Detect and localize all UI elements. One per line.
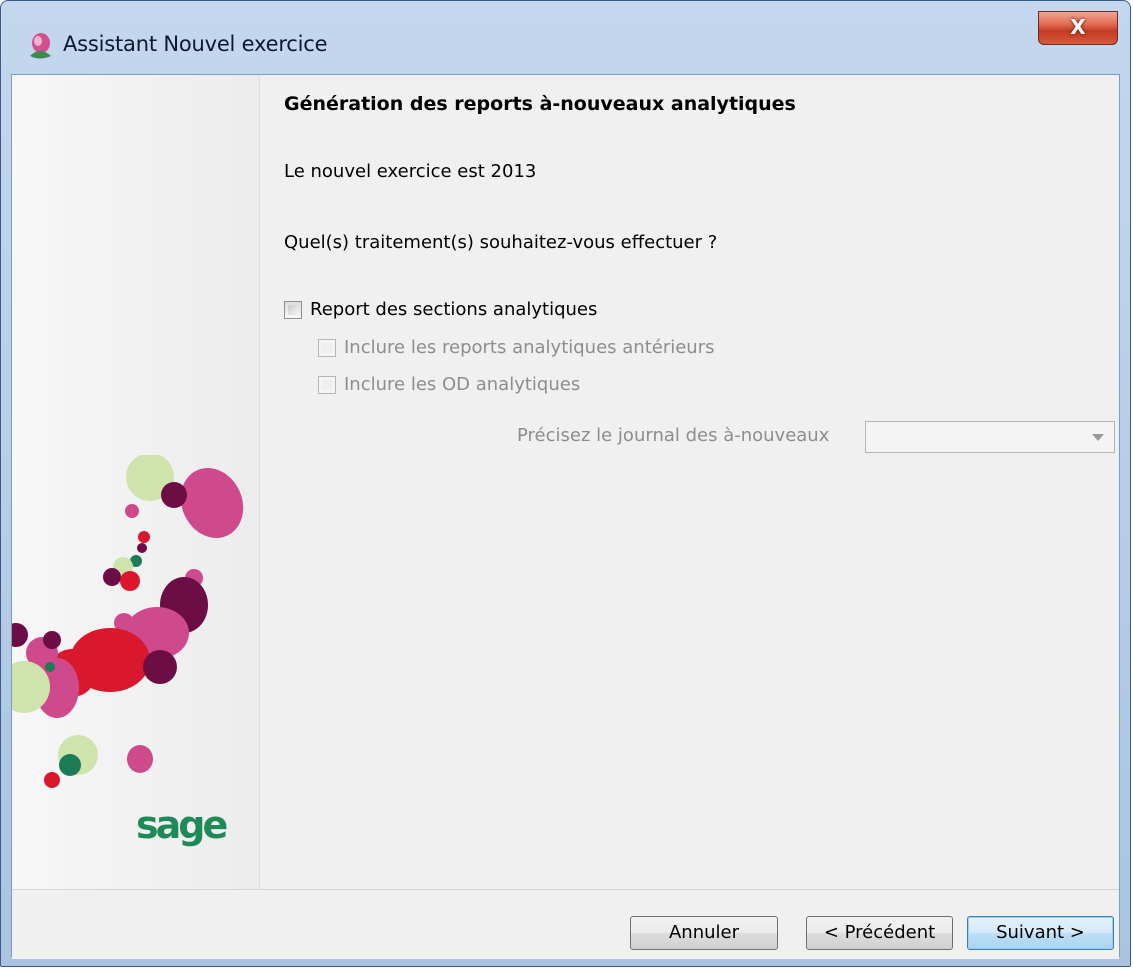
app-flower-icon (30, 33, 51, 59)
wizard-footer: Annuler < Précédent Suivant > (12, 889, 1119, 959)
include-prior-option: Inclure les reports analytiques antérieu… (318, 337, 715, 358)
include-prior-label: Inclure les reports analytiques antérieu… (344, 337, 715, 358)
cancel-button[interactable]: Annuler (630, 916, 778, 950)
wizard-content: Génération des reports à-nouveaux analyt… (282, 75, 1119, 889)
chevron-down-icon (1092, 434, 1104, 441)
sage-logo: sage (136, 803, 228, 847)
journal-label: Précisez le journal des à-nouveaux (517, 425, 830, 446)
report-sections-label: Report des sections analytiques (310, 299, 598, 320)
page-heading: Génération des reports à-nouveaux analyt… (284, 93, 796, 115)
journal-select (865, 421, 1115, 453)
dialog-window: Assistant Nouvel exercice X sage Générat… (0, 0, 1131, 967)
report-sections-option[interactable]: Report des sections analytiques (284, 299, 597, 320)
question-text: Quel(s) traitement(s) souhaitez-vous eff… (284, 232, 718, 253)
dialog-client-area: sage Génération des reports à-nouveaux a… (11, 74, 1120, 959)
new-year-text: Le nouvel exercice est 2013 (284, 161, 537, 182)
include-od-checkbox (318, 375, 336, 394)
decorative-bubbles-illustration (12, 455, 244, 788)
window-title: Assistant Nouvel exercice (63, 32, 328, 56)
wizard-side-panel: sage (12, 75, 260, 889)
include-od-option: Inclure les OD analytiques (318, 374, 580, 395)
report-sections-checkbox[interactable] (284, 300, 302, 319)
include-od-label: Inclure les OD analytiques (344, 374, 581, 395)
previous-button[interactable]: < Précédent (806, 916, 953, 950)
title-bar[interactable]: Assistant Nouvel exercice X (1, 1, 1130, 74)
close-button[interactable]: X (1038, 11, 1118, 45)
include-prior-checkbox (318, 338, 336, 357)
next-button[interactable]: Suivant > (967, 916, 1114, 950)
